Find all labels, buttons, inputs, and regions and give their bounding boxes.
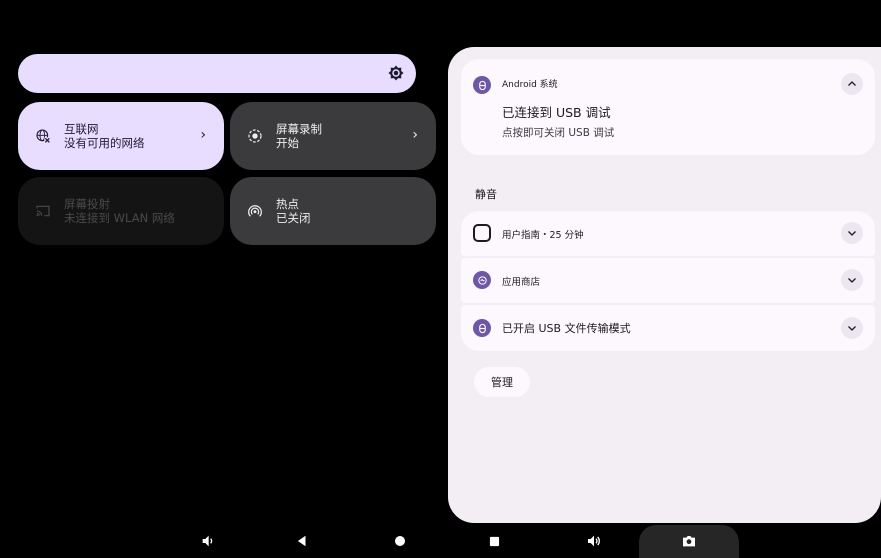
chevron-right-icon: › [412,127,418,143]
user-guide-icon [473,224,491,242]
notification-label: 用户指南・25 分钟 [502,230,584,241]
expand-button[interactable] [841,269,863,291]
navigation-bar [0,523,881,558]
tile-internet[interactable]: 互联网 没有可用的网络 › [18,102,224,170]
notification-shade: Android 系统 已连接到 USB 调试 点按即可关闭 USB 调试 静音 … [448,47,881,523]
notification-label: 应用商店 [502,277,541,288]
tile-internet-title: 互联网 [64,122,99,136]
silent-section-header: 静音 [475,188,497,201]
back-icon[interactable] [292,531,312,551]
tile-screen-record-subtitle: 开始 [276,136,299,150]
notification-app-name: Android 系统 [502,80,558,90]
brightness-icon [388,65,404,81]
tile-hotspot-title: 热点 [276,197,299,211]
volume-down-icon[interactable] [198,531,218,551]
recents-icon[interactable] [484,531,504,551]
expand-button[interactable] [841,317,863,339]
chevron-up-icon [848,81,856,86]
chevron-down-icon [848,326,856,331]
android-system-icon [473,319,491,337]
hotspot-icon [244,200,266,222]
manage-button[interactable]: 管理 [474,367,530,397]
android-system-icon [473,76,491,94]
expand-button[interactable] [841,222,863,244]
tile-hotspot-subtitle: 已关闭 [276,211,311,225]
chevron-down-icon [848,231,856,236]
home-icon[interactable] [390,531,410,551]
notification-app-store[interactable]: 应用商店 [461,258,875,303]
volume-up-icon[interactable] [584,531,604,551]
notification-usb-file-transfer[interactable]: 已开启 USB 文件传输模式 [461,305,875,351]
globe-off-icon [32,125,54,147]
collapse-button[interactable] [841,73,863,95]
quick-settings-panel: 互联网 没有可用的网络 › 屏幕录制 开始 › 屏幕投射 未连接到 WLAN 网… [0,0,448,558]
brightness-slider[interactable] [18,54,416,93]
notification-user-guide[interactable]: 用户指南・25 分钟 [461,211,875,256]
screen-record-icon [244,125,266,147]
tile-hotspot[interactable]: 热点 已关闭 [230,177,436,245]
tile-internet-subtitle: 没有可用的网络 [64,136,145,150]
notification-usb-debugging[interactable]: Android 系统 已连接到 USB 调试 点按即可关闭 USB 调试 [461,59,875,155]
chevron-right-icon: › [200,127,206,143]
tile-screen-cast[interactable]: 屏幕投射 未连接到 WLAN 网络 [18,177,224,245]
tile-screen-cast-title: 屏幕投射 [64,197,110,211]
notification-title: 已连接到 USB 调试 [502,105,611,120]
notification-label: 已开启 USB 文件传输模式 [502,322,631,335]
tile-screen-record-title: 屏幕录制 [276,122,322,136]
camera-icon[interactable] [679,531,699,551]
app-store-icon [473,271,491,289]
notification-text: 点按即可关闭 USB 调试 [502,127,615,139]
chevron-down-icon [848,278,856,283]
cast-icon [32,200,54,222]
tile-screen-record[interactable]: 屏幕录制 开始 › [230,102,436,170]
tile-screen-cast-subtitle: 未连接到 WLAN 网络 [64,211,175,225]
